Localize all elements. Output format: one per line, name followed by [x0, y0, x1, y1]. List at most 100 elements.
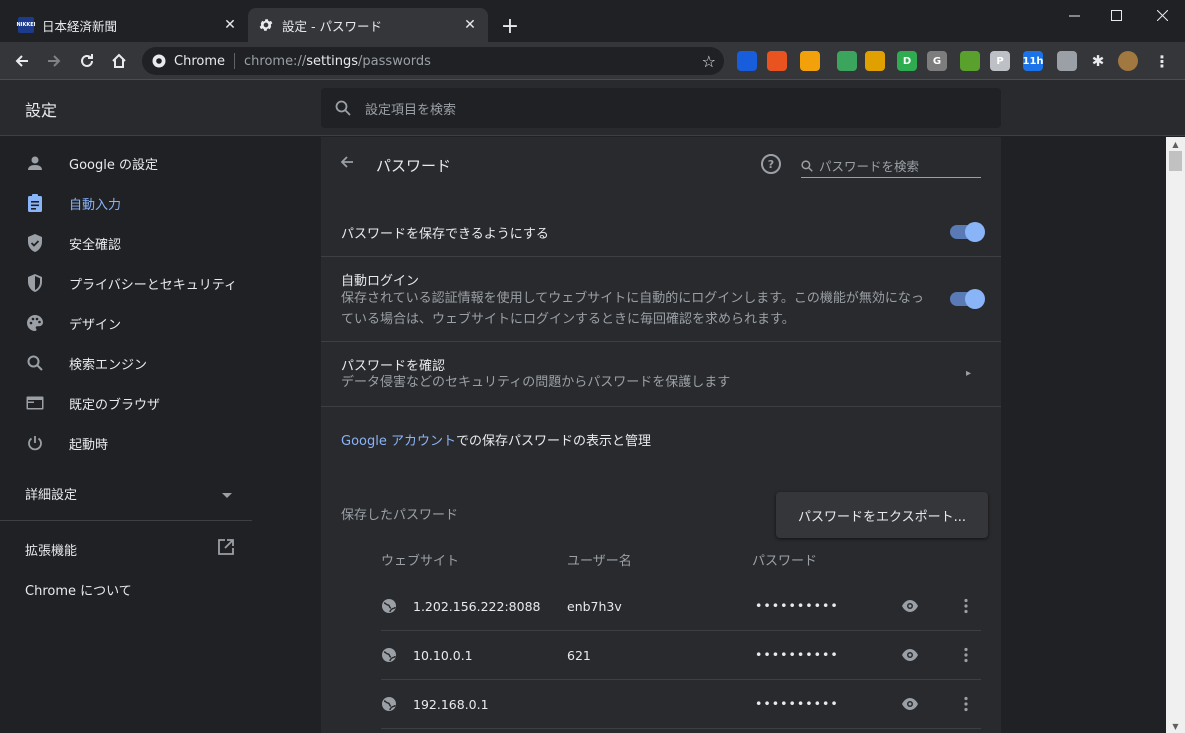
tab-settings[interactable]: 設定 - パスワード ✕ [248, 8, 488, 42]
sidebar-item-label: デザイン [69, 317, 122, 333]
offer-to-save-toggle[interactable] [950, 222, 985, 242]
calendar-icon[interactable]: 11h [1022, 51, 1044, 71]
sidebar-item-label: Google の設定 [69, 157, 158, 173]
settings-search-input[interactable]: 設定項目を検索 [321, 88, 1001, 128]
password-check-desc: データ侵害などのセキュリティの問題からパスワードを保護します [341, 375, 731, 390]
sidebar-item-google[interactable]: Google の設定 [0, 143, 252, 183]
back-arrow-icon[interactable] [339, 154, 355, 175]
show-password-eye-icon[interactable] [901, 695, 919, 717]
shield-icon [25, 273, 45, 293]
search-icon [801, 159, 813, 172]
globe-icon [381, 598, 397, 614]
sidebar-item-extensions[interactable]: 拡張機能 [25, 539, 234, 559]
reload-button[interactable] [73, 47, 101, 75]
more-actions-icon[interactable] [957, 597, 975, 619]
column-header-user: ユーザー名 [567, 554, 632, 569]
bitwarden-icon[interactable] [737, 51, 757, 71]
close-icon[interactable]: ✕ [222, 17, 238, 33]
sidebar-item-search-engine[interactable]: 検索エンジン [0, 343, 252, 383]
new-tab-button[interactable]: + [498, 14, 522, 39]
show-password-eye-icon[interactable] [901, 646, 919, 668]
more-actions-icon[interactable] [957, 646, 975, 668]
scrollbar[interactable]: ▲ ▼ [1166, 137, 1185, 733]
sidebar-item-appearance[interactable]: デザイン [0, 303, 252, 343]
sidebar-item-default-browser[interactable]: 既定のブラウザ [0, 383, 252, 423]
more-actions-icon[interactable] [957, 695, 975, 717]
tab-nikkei[interactable]: NIKKEI 日本経済新聞 ✕ [8, 8, 248, 42]
extensions-puzzle-icon[interactable]: ✱ [1088, 51, 1108, 71]
menu-icon[interactable]: ⋮ [1152, 51, 1172, 71]
honey-icon[interactable] [767, 51, 787, 71]
badge-extension-icon[interactable] [865, 51, 885, 71]
globe-icon [381, 696, 397, 712]
passwords-card: パスワード ? パスワードを検索 パスワードを保存できるようにする 自動ログイン… [321, 137, 1001, 733]
search-icon [25, 353, 45, 373]
password-site: 10.10.0.1 [413, 648, 473, 663]
password-username: 621 [567, 648, 591, 663]
chevron-right-icon: ▸ [966, 368, 972, 379]
tab-strip: NIKKEI 日本経済新聞 ✕ 設定 - パスワード ✕ + [0, 0, 1185, 42]
scroll-up-arrow-icon[interactable]: ▲ [1166, 137, 1185, 151]
password-search-input[interactable]: パスワードを検索 [801, 154, 981, 178]
help-icon[interactable]: ? [761, 154, 781, 174]
g-icon[interactable]: G [927, 51, 947, 71]
chrome-icon [152, 54, 166, 68]
sidebar-item-safety-check[interactable]: 安全確認 [0, 223, 252, 263]
export-passwords-button[interactable]: パスワードをエクスポート... [776, 492, 988, 538]
window-close-button[interactable] [1139, 0, 1185, 30]
password-site: 1.202.156.222:8088 [413, 599, 541, 614]
sidebar-item-label: 拡張機能 [25, 544, 78, 559]
offer-to-save-row: パスワードを保存できるようにする [321, 207, 1001, 257]
chevron-down-icon [222, 488, 232, 503]
close-icon[interactable]: ✕ [462, 17, 478, 33]
sidebar-item-autofill[interactable]: 自動入力 [0, 183, 252, 223]
d-icon[interactable]: D [897, 51, 917, 71]
sidebar-item-label: 安全確認 [69, 237, 122, 253]
person-icon [25, 153, 45, 173]
phone-icon[interactable] [837, 51, 857, 71]
gear-icon [258, 17, 274, 33]
sidebar-item-label: 自動入力 [69, 197, 122, 213]
bookmark-star-icon[interactable]: ☆ [702, 52, 716, 71]
column-header-site: ウェブサイト [381, 554, 460, 569]
sidebar-item-advanced[interactable]: 詳細設定 [25, 484, 232, 503]
sidebar-item-label: 検索エンジン [69, 357, 148, 373]
tab-title: 設定 - パスワード [282, 18, 382, 34]
scroll-thumb[interactable] [1169, 151, 1182, 171]
home-button[interactable] [105, 47, 133, 75]
search-icon [335, 100, 351, 116]
offer-to-save-label: パスワードを保存できるようにする [341, 227, 549, 242]
sidebar-item-on-startup[interactable]: 起動時 [0, 423, 252, 463]
auto-signin-toggle[interactable] [950, 289, 985, 309]
nikkei-icon: NIKKEI [16, 17, 36, 33]
maximize-button[interactable] [1093, 0, 1139, 30]
google-account-link[interactable]: Google アカウント [341, 434, 456, 449]
google-account-suffix: での保存パスワードの表示と管理 [455, 434, 651, 449]
auto-signin-row: 自動ログイン 保存されている認証情報を使用してウェブサイトに自動的にログインしま… [321, 257, 1001, 342]
fork-icon[interactable] [800, 51, 820, 71]
password-row: 10.10.0.1 621 •••••••••• [381, 631, 981, 680]
scroll-down-arrow-icon[interactable]: ▼ [1166, 719, 1185, 733]
password-row: 192.168.0.1 •••••••••• [381, 680, 981, 729]
page-title: 設定 [25, 101, 58, 120]
back-button[interactable] [8, 47, 36, 75]
password-value: •••••••••• [755, 598, 839, 613]
sidebar-divider [0, 520, 252, 521]
minimize-button[interactable] [1051, 0, 1097, 30]
puzzle-green-icon[interactable] [960, 51, 980, 71]
tab-title: 日本経済新聞 [42, 18, 118, 34]
password-row: 1.202.156.222:8088 enb7h3v •••••••••• [381, 582, 981, 631]
pinterest-icon[interactable]: P [990, 51, 1010, 71]
show-password-eye-icon[interactable] [901, 597, 919, 619]
sidebar-item-about[interactable]: Chrome について [25, 580, 132, 599]
password-check-row[interactable]: パスワードを確認 データ侵害などのセキュリティの問題からパスワードを保護します … [321, 342, 1001, 407]
google-account-manage-text: Google アカウントでの保存パスワードの表示と管理 [341, 430, 651, 449]
omnibox[interactable]: Chrome chrome://settings/passwords ☆ [142, 47, 724, 75]
auto-signin-desc-line-2: ている場合は、ウェブサイトにログインするときに毎回確認を求められます。 [341, 312, 795, 327]
ink-icon[interactable] [1057, 51, 1077, 71]
avatar[interactable] [1118, 51, 1138, 71]
sidebar-item-label: 既定のブラウザ [69, 397, 161, 413]
forward-button[interactable] [40, 47, 68, 75]
sidebar-item-privacy[interactable]: プライバシーとセキュリティ [0, 263, 252, 303]
omnibox-site-label: Chrome [174, 53, 225, 69]
